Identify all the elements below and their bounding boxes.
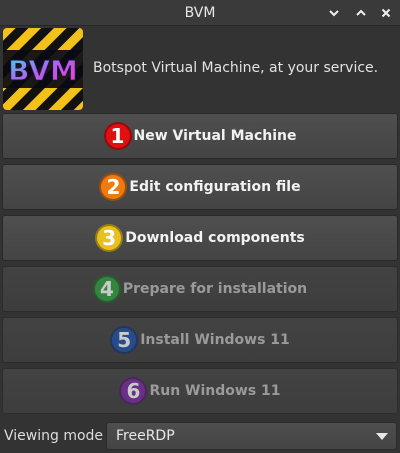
action-list: 1 New Virtual Machine 2 Edit configurati…: [2, 113, 398, 419]
number-3-icon: 3: [95, 224, 124, 252]
action-label: Download components: [125, 230, 305, 246]
close-icon[interactable]: [377, 4, 395, 22]
action-label: New Virtual Machine: [133, 128, 297, 144]
number-4-icon: 4: [92, 275, 121, 303]
viewing-mode-row: Viewing mode FreeRDP: [0, 420, 400, 453]
number-2-icon: 2: [99, 173, 128, 201]
edit-config-button[interactable]: 2 Edit configuration file: [2, 164, 398, 210]
viewing-mode-dropdown[interactable]: FreeRDP: [106, 422, 397, 450]
dropdown-arrow-icon: [376, 433, 388, 440]
prepare-installation-button[interactable]: 4 Prepare for installation: [2, 266, 398, 312]
logo-text: BVM: [8, 54, 78, 87]
header: BVM Botspot Virtual Machine, at your ser…: [0, 26, 400, 112]
viewing-mode-label: Viewing mode: [4, 428, 104, 444]
number-6-icon: 6: [119, 377, 148, 405]
action-label: Run Windows 11: [149, 383, 281, 399]
number-1-icon: 1: [103, 122, 132, 150]
install-windows-button[interactable]: 5 Install Windows 11: [2, 317, 398, 363]
tagline: Botspot Virtual Machine, at your service…: [93, 60, 379, 76]
viewing-mode-value: FreeRDP: [116, 428, 175, 444]
download-components-button[interactable]: 3 Download components: [2, 215, 398, 261]
bvm-window: BVM BVM Botspot Virtual Machine, at your…: [0, 0, 400, 453]
run-windows-button[interactable]: 6 Run Windows 11: [2, 368, 398, 414]
action-label: Install Windows 11: [140, 332, 290, 348]
minimize-icon[interactable]: [325, 4, 343, 22]
action-label: Edit configuration file: [129, 179, 301, 195]
new-vm-button[interactable]: 1 New Virtual Machine: [2, 113, 398, 159]
maximize-icon[interactable]: [352, 4, 370, 22]
title-bar[interactable]: BVM: [0, 0, 400, 26]
bvm-logo: BVM: [3, 28, 83, 110]
action-label: Prepare for installation: [122, 281, 308, 297]
number-5-icon: 5: [110, 326, 139, 354]
